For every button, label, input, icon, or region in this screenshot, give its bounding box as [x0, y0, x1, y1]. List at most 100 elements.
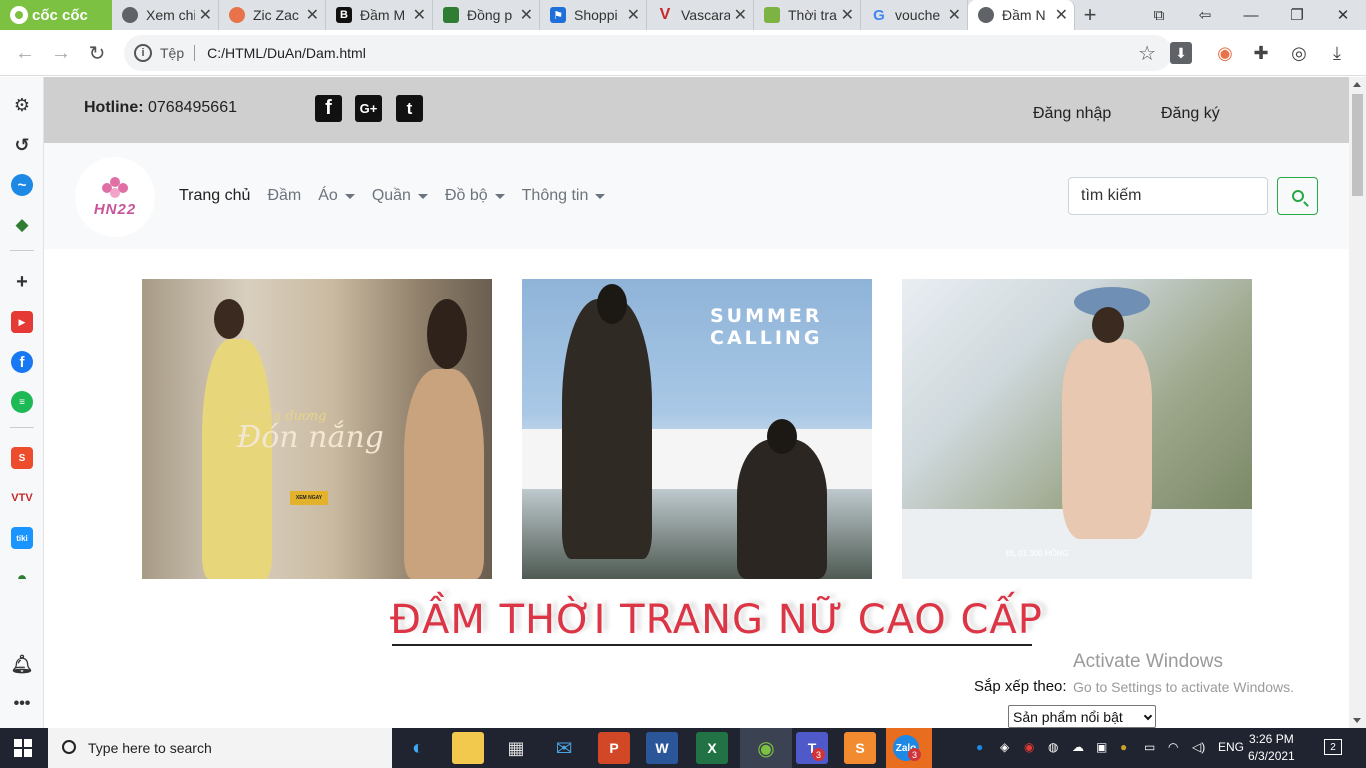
puzzle-extensions-icon[interactable]: ✚	[1250, 42, 1272, 64]
close-icon[interactable]: ✕	[841, 5, 854, 25]
sort-select[interactable]: Sản phẩm nổi bật	[1008, 705, 1156, 728]
banner-image-3[interactable]: ĐL 01.300 HỒNG	[902, 279, 1252, 579]
close-icon[interactable]: ✕	[520, 5, 533, 25]
coccoc-logo-icon	[10, 6, 28, 24]
site-logo[interactable]: HN22	[75, 157, 155, 237]
messenger-icon[interactable]: ~	[11, 174, 33, 196]
nav-home[interactable]: Trang chủ	[179, 187, 250, 205]
battery-icon[interactable]: ▭	[1144, 740, 1155, 754]
back-history-icon[interactable]: ⇦	[1182, 0, 1228, 30]
coccoc-taskbar-icon[interactable]: ◉	[740, 728, 792, 768]
scroll-up-icon[interactable]	[1353, 82, 1361, 87]
maximize-button[interactable]: ❐	[1274, 0, 1320, 30]
people-tray-icon[interactable]: ◈	[1000, 740, 1009, 754]
close-icon[interactable]: ✕	[734, 5, 747, 25]
nav-do-bo[interactable]: Đồ bộ	[445, 187, 505, 205]
banner-1-button[interactable]: XEM NGAY	[290, 491, 328, 505]
powerpoint-icon[interactable]: P	[598, 732, 630, 764]
wifi-icon[interactable]: ◠	[1168, 740, 1178, 754]
close-icon[interactable]: ✕	[1055, 5, 1068, 25]
tab-6[interactable]: V Vascara ✕	[647, 0, 754, 30]
url-field[interactable]: i Tệp C:/HTML/DuAn/Dam.html ☆ ⬇	[124, 35, 1192, 71]
spotify-icon[interactable]: ≡	[11, 391, 33, 413]
vtv-go-icon[interactable]: VTV	[11, 487, 33, 509]
tab-1[interactable]: Xem chi ✕	[112, 0, 219, 30]
scroll-thumb[interactable]	[1352, 94, 1363, 196]
close-icon[interactable]: ✕	[306, 5, 319, 25]
nav-dam[interactable]: Đầm	[267, 187, 301, 205]
login-link[interactable]: Đăng nhập	[1033, 105, 1111, 123]
zalo-tray-icon[interactable]: ●	[976, 740, 983, 754]
unikey-tray-icon[interactable]: ●	[1120, 740, 1127, 754]
banner-image-2[interactable]: SUMMER CALLING	[522, 279, 872, 579]
store-icon[interactable]: ▦	[500, 732, 532, 764]
mail-icon[interactable]: ✉	[548, 732, 580, 764]
close-icon[interactable]: ✕	[948, 5, 961, 25]
twitter-icon[interactable]: t	[396, 95, 423, 122]
coccoc-extension-icon[interactable]: ◉	[1214, 42, 1236, 64]
game-controller-icon[interactable]: ◆	[11, 214, 33, 236]
forward-arrow-icon[interactable]: →	[48, 40, 74, 66]
info-icon[interactable]: i	[134, 44, 152, 62]
scroll-down-icon[interactable]	[1353, 718, 1361, 723]
coccoc-brand-button[interactable]: cốc cốc	[0, 0, 112, 30]
minimize-button[interactable]: —	[1228, 0, 1274, 30]
word-icon[interactable]: W	[646, 732, 678, 764]
tab-4[interactable]: Đồng p ✕	[433, 0, 540, 30]
register-link[interactable]: Đăng ký	[1161, 105, 1220, 123]
hat-icon[interactable]: ◓	[11, 567, 33, 589]
history-icon[interactable]: ↺	[11, 134, 33, 156]
reload-icon[interactable]: ↻	[84, 40, 110, 66]
search-input[interactable]: tìm kiếm	[1068, 177, 1268, 215]
add-icon[interactable]: +	[11, 271, 33, 293]
tiki-icon[interactable]: tiki	[11, 527, 33, 549]
excel-icon[interactable]: X	[696, 732, 728, 764]
close-icon[interactable]: ✕	[413, 5, 426, 25]
more-dots-icon[interactable]: •••	[11, 693, 33, 715]
close-icon[interactable]: ✕	[199, 5, 212, 25]
tab-7[interactable]: Thời tra ✕	[754, 0, 861, 30]
search-button[interactable]	[1277, 177, 1318, 215]
google-plus-icon[interactable]: G+	[355, 95, 382, 122]
opera-tray-icon[interactable]: ◉	[1024, 740, 1034, 754]
volume-icon[interactable]: ◁)	[1192, 740, 1205, 754]
display-tray-icon[interactable]: ▣	[1096, 740, 1107, 754]
back-arrow-icon[interactable]: ←	[12, 40, 38, 66]
profile-icon[interactable]: ◎	[1288, 42, 1310, 64]
cloud-off-icon[interactable]: ☁	[1072, 740, 1084, 754]
facebook-sidebar-icon[interactable]: f	[11, 351, 33, 373]
edge-icon[interactable]: ◐	[402, 732, 434, 764]
tab-2[interactable]: Zic Zac ✕	[219, 0, 326, 30]
downloads-icon[interactable]: ⤓	[1326, 42, 1348, 64]
language-indicator[interactable]: ENG	[1218, 740, 1244, 754]
download-page-icon[interactable]: ⬇	[1170, 42, 1192, 64]
banner-image-1[interactable]: Hương dương Đón nắng XEM NGAY	[142, 279, 492, 579]
close-icon[interactable]: ✕	[627, 5, 640, 25]
file-explorer-icon[interactable]	[452, 732, 484, 764]
url-text[interactable]: C:/HTML/DuAn/Dam.html	[207, 45, 366, 61]
notification-bell-icon[interactable]: 🔔︎	[11, 653, 34, 675]
windows-start-icon[interactable]	[14, 739, 32, 757]
nav-quan[interactable]: Quần	[372, 187, 428, 205]
nav-ao[interactable]: Áo	[318, 187, 355, 205]
close-window-button[interactable]: ✕	[1320, 0, 1366, 30]
cloud-tray-icon[interactable]: ◍	[1048, 740, 1058, 754]
tab-9-active[interactable]: Đầm N ✕	[968, 0, 1075, 30]
facebook-icon[interactable]: f	[315, 95, 342, 122]
tab-3[interactable]: B Đầm M ✕	[326, 0, 433, 30]
youtube-icon[interactable]: ▶	[11, 311, 33, 333]
page-scrollbar[interactable]	[1349, 77, 1366, 728]
taskbar-search-box[interactable]: Type here to search	[48, 728, 392, 768]
tab-5[interactable]: ⚑ Shoppi ✕	[540, 0, 647, 30]
bookmark-star-icon[interactable]: ☆	[1138, 41, 1156, 66]
system-clock[interactable]: 3:26 PM 6/3/2021	[1248, 731, 1295, 765]
tab-8[interactable]: G vouche ✕	[861, 0, 968, 30]
sublime-text-icon[interactable]: S	[844, 732, 876, 764]
shopee-icon[interactable]: S	[11, 447, 33, 469]
tab-search-icon[interactable]: ⧉	[1136, 0, 1182, 30]
notification-center-icon[interactable]: 2	[1324, 739, 1342, 755]
settings-gear-icon[interactable]: ⚙	[11, 94, 33, 116]
nav-thong-tin[interactable]: Thông tin	[522, 187, 606, 205]
new-tab-button[interactable]: +	[1075, 0, 1105, 30]
teams-icon[interactable]: T	[796, 732, 828, 764]
